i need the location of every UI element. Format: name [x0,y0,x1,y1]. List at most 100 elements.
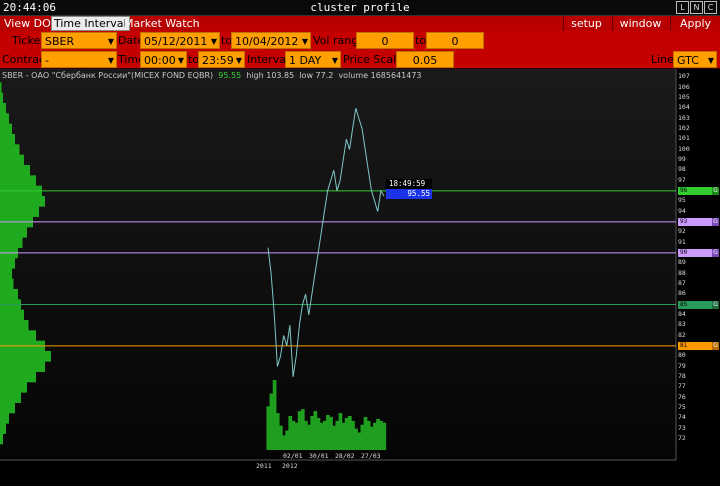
vol-to-label: to [415,34,427,47]
profile-bar [0,320,29,331]
profile-bar [0,134,15,145]
date-from-field[interactable]: 05/12/2011 ▼ [140,32,220,49]
ticker-label: Ticker [12,34,45,47]
ticker-select[interactable]: SBER ▼ [41,32,117,49]
gtc-flag[interactable]: G [712,341,719,350]
profile-bar [0,144,20,155]
price-tick-label: 80 [678,351,686,360]
cursor-time: 18:49:59 [386,179,432,189]
volume-bar [382,422,387,450]
cluster-profile-chart[interactable] [0,69,720,486]
symbol-name: SBER - ОАО "Сбербанк России"(MICEX FOND … [2,71,214,80]
line-value: GTC [677,54,699,67]
profile-bar [0,371,36,383]
gtc-flag[interactable]: G [712,248,719,257]
line-label: Line [651,53,674,66]
contract-select[interactable]: - ▼ [41,51,117,68]
price-tick-label: 75 [678,402,686,411]
profile-bar [0,268,12,279]
link-window-button[interactable]: L [676,1,689,14]
chevron-down-icon: ▼ [177,56,184,65]
price-tick-label: 92 [678,227,686,236]
tab-market-watch[interactable]: Market Watch [122,16,202,31]
price-level-tag[interactable]: 93 [678,217,712,226]
price-tick-label: 87 [678,278,686,287]
tab-time-interval[interactable]: Time Interval [51,16,130,31]
price-tick-label: 86 [678,289,686,298]
price-tick-label: 76 [678,392,686,401]
title-bar: 20:44:06 cluster profile L N C [0,0,720,16]
profile-bar [0,423,6,434]
profile-bar [0,392,21,403]
price-level-tag[interactable]: 85 [678,300,712,309]
profile-bar [0,103,6,114]
time-from-field[interactable]: 00:00 ▼ [140,51,187,68]
price-level-tag[interactable]: 90 [678,248,712,257]
chevron-down-icon: ▼ [301,37,308,46]
profile-bar [0,382,27,393]
interval-value: 1 DAY [289,54,322,67]
low-price: low 77.2 [299,71,334,80]
price-tick-label: 98 [678,165,686,174]
symbol-info: SBER - ОАО "Сбербанк России"(MICEX FOND … [2,71,422,80]
profile-bar [0,92,3,104]
profile-bar [0,175,36,186]
date-to-value: 10/04/2012 [235,35,299,48]
profile-bar [0,165,30,176]
last-price: 95.55 [218,71,242,80]
vol-from-input[interactable]: 0 [356,32,414,49]
date-from-value: 05/12/2011 [144,35,208,48]
filter-row-1: Ticker SBER ▼ Date 05/12/2011 ▼ to 10/04/2… [0,31,720,50]
gtc-flag[interactable]: G [712,217,719,226]
price-scale-label: Price Scale [343,53,403,66]
date-tick-label: 02/01 [283,452,303,460]
price-tick-label: 84 [678,309,686,318]
chart-background [0,69,676,460]
new-window-button[interactable]: N [690,1,703,14]
profile-bar [0,278,14,290]
chevron-down-icon: ▼ [210,37,217,46]
price-level-tag[interactable]: 81 [678,341,712,350]
profile-bar [0,361,45,372]
date-to-field[interactable]: 10/04/2012 ▼ [231,32,311,49]
price-tick-label: 77 [678,382,686,391]
price-tick-label: 97 [678,175,686,184]
setup-button[interactable]: setup [563,16,609,31]
time-to-field[interactable]: 23:59 ▼ [198,51,245,68]
year-tick-label: 2012 [282,462,298,470]
close-window-button[interactable]: C [704,1,717,14]
year-tick-label: 2011 [256,462,272,470]
chevron-down-icon: ▼ [107,37,114,46]
price-tick-label: 94 [678,206,686,215]
chart-area[interactable] [0,69,720,486]
filter-row-2: Contract - ▼ Time 00:00 ▼ to 23:59 ▼ Interv… [0,50,720,69]
profile-bar [0,289,18,300]
price-tick-label: 100 [678,144,690,153]
price-level-tag[interactable]: 96 [678,186,712,195]
window-button[interactable]: window [612,16,668,31]
price-tick-label: 104 [678,103,690,112]
price-scale-input[interactable]: 0.05 [396,51,454,68]
interval-select[interactable]: 1 DAY ▼ [285,51,341,68]
price-tick-label: 99 [678,154,686,163]
profile-bar [0,402,15,414]
profile-bar [0,330,36,341]
price-tick-label: 72 [678,433,686,442]
ticker-value: SBER [45,35,75,48]
interval-label: Interval [247,53,290,66]
price-tick-label: 106 [678,82,690,91]
profile-bar [0,154,24,166]
price-tick-label: 88 [678,268,686,277]
apply-button[interactable]: Apply [670,16,720,31]
gtc-flag[interactable]: G [712,300,719,309]
profile-bar [0,113,9,124]
gtc-flag[interactable]: G [712,186,719,195]
contract-value: - [45,54,49,67]
vol-to-input[interactable]: 0 [426,32,484,49]
price-tick-label: 103 [678,113,690,122]
price-tick-label: 79 [678,361,686,370]
price-tick-label: 95 [678,196,686,205]
line-select[interactable]: GTC ▼ [673,51,717,68]
profile-bar [0,206,39,217]
price-tick-label: 78 [678,371,686,380]
